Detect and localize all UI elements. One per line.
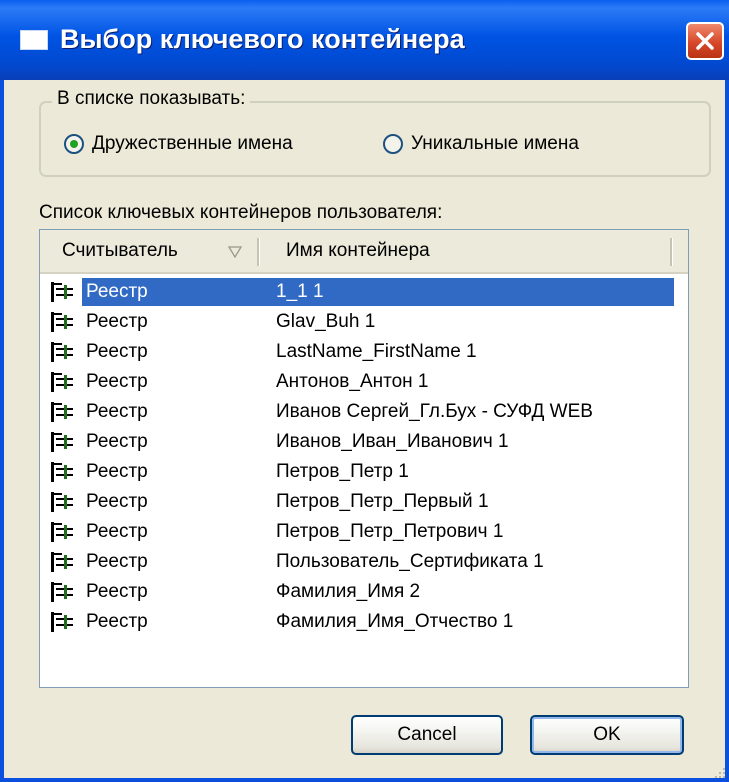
radio-friendly-names[interactable]: Дружественные имена (64, 132, 293, 156)
table-row[interactable]: Реестр Фамилия_Имя 2 (44, 578, 674, 606)
table-row[interactable]: Реестр Иванов_Иван_Иванович 1 (44, 428, 674, 456)
row-reader: Реестр (86, 491, 148, 512)
table-row[interactable]: Реестр LastName_FirstName 1 (44, 338, 674, 366)
row-container-name: Петров_Петр_Петрович 1 (276, 521, 504, 542)
container-list-label: Список ключевых контейнеров пользователя… (39, 202, 443, 223)
registry-icon (50, 461, 76, 489)
registry-icon (50, 431, 76, 459)
ok-button[interactable]: OK (530, 715, 684, 755)
column-header-container-name[interactable]: Имя контейнера (286, 230, 430, 272)
radio-button-unchecked[interactable] (383, 134, 403, 154)
registry-icon (50, 551, 76, 579)
registry-icon (50, 521, 76, 549)
table-row[interactable]: Реестр Glav_Buh 1 (44, 308, 674, 336)
row-container-name: Петров_Петр_Первый 1 (276, 491, 489, 512)
radio-dot (70, 140, 78, 148)
row-container-name: LastName_FirstName 1 (276, 341, 477, 362)
row-reader: Реестр (86, 581, 148, 602)
row-container-name: Пользователь_Сертификата 1 (276, 551, 544, 572)
row-reader: Реестр (86, 551, 148, 572)
column-separator[interactable] (257, 238, 260, 266)
registry-icon (50, 371, 76, 399)
table-row[interactable]: Реестр Петров_Петр_Первый 1 (44, 488, 674, 516)
table-row[interactable]: Реестр Антонов_Антон 1 (44, 368, 674, 396)
container-listview[interactable]: Считыватель Имя контейнера Реестр 1_1 1 Ре… (39, 229, 689, 688)
row-reader: Реестр (86, 341, 148, 362)
row-reader: Реестр (86, 281, 148, 302)
close-button[interactable] (686, 22, 724, 60)
column-header-reader[interactable]: Считыватель (62, 230, 178, 272)
row-reader: Реестр (86, 311, 148, 332)
table-row[interactable]: Реестр Иванов Сергей_Гл.Бух - СУФД WEB (44, 398, 674, 426)
show-options-legend: В списке показывать: (52, 88, 251, 110)
table-row[interactable]: Реестр Фамилия_Имя_Отчество 1 (44, 608, 674, 636)
row-reader: Реестр (86, 371, 148, 392)
registry-icon (50, 491, 76, 519)
resize-grip-icon[interactable] (711, 764, 727, 780)
row-container-name: 1_1 1 (276, 281, 324, 302)
row-container-name: Иванов Сергей_Гл.Бух - СУФД WEB (276, 401, 593, 422)
table-row[interactable]: Реестр Петров_Петр 1 (44, 458, 674, 486)
radio-friendly-names-label: Дружественные имена (92, 133, 293, 154)
registry-icon (50, 581, 76, 609)
registry-icon (50, 341, 76, 369)
row-container-name: Петров_Петр 1 (276, 461, 409, 482)
radio-unique-names-label: Уникальные имена (411, 133, 579, 154)
row-reader: Реестр (86, 611, 148, 632)
title-bar[interactable]: Выбор ключевого контейнера (0, 0, 729, 80)
registry-icon (50, 401, 76, 429)
row-container-name: Фамилия_Имя_Отчество 1 (276, 611, 514, 632)
row-container-name: Glav_Buh 1 (276, 311, 376, 332)
row-reader: Реестр (86, 431, 148, 452)
cancel-button[interactable]: Cancel (351, 715, 503, 755)
sort-down-icon (228, 246, 242, 258)
row-container-name: Фамилия_Имя 2 (276, 581, 421, 602)
registry-icon (50, 611, 76, 639)
table-row[interactable]: Реестр Петров_Петр_Петрович 1 (44, 518, 674, 546)
row-reader: Реестр (86, 401, 148, 422)
radio-unique-names[interactable]: Уникальные имена (383, 132, 579, 156)
row-container-name: Антонов_Антон 1 (276, 371, 429, 392)
window-title: Выбор ключевого контейнера (60, 24, 465, 54)
column-separator[interactable] (670, 238, 673, 266)
selection-highlight (82, 278, 674, 306)
row-reader: Реестр (86, 521, 148, 542)
list-header: Считыватель Имя контейнера (40, 230, 688, 274)
window-icon (20, 30, 48, 50)
radio-button-checked[interactable] (64, 134, 84, 154)
table-row[interactable]: Реестр Пользователь_Сертификата 1 (44, 548, 674, 576)
row-reader: Реестр (86, 461, 148, 482)
close-icon (696, 32, 714, 50)
row-container-name: Иванов_Иван_Иванович 1 (276, 431, 509, 452)
registry-icon (50, 311, 76, 339)
table-row-selected[interactable]: Реестр 1_1 1 (44, 278, 674, 306)
registry-icon (50, 281, 76, 309)
